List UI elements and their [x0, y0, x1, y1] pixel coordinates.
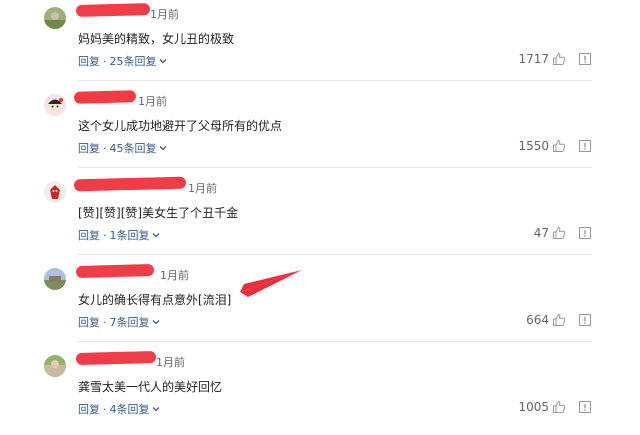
view-replies-button[interactable]: 7条回复 [110, 314, 161, 330]
separator-dot: · [103, 228, 107, 242]
reply-button[interactable]: 回复 [78, 314, 100, 330]
comment-stats: 1717 [518, 52, 592, 66]
like-count: 1005 [518, 400, 549, 414]
comment-actions: 回复 · 4条回复 [78, 401, 161, 417]
avatar[interactable] [44, 268, 66, 290]
redacted-username [75, 263, 155, 279]
thumb-up-icon[interactable] [552, 400, 566, 414]
thumb-up-icon[interactable] [552, 226, 566, 240]
avatar[interactable] [44, 355, 66, 377]
comment-actions: 回复 · 25条回复 [78, 53, 168, 69]
comment-stats: 1550 [518, 139, 592, 153]
redacted-username [75, 350, 157, 366]
reply-button[interactable]: 回复 [78, 401, 100, 417]
comment-item: 1月前 这个女儿成功地避开了父母所有的优点 回复 · 45条回复 1550 [0, 87, 640, 174]
replies-count: 4条回复 [109, 403, 150, 416]
redacted-username [73, 176, 187, 192]
comment-time: 1月前 [150, 8, 179, 21]
like-count: 47 [533, 226, 549, 240]
divider [78, 341, 592, 342]
reply-button[interactable]: 回复 [78, 140, 100, 156]
comment-item: 1月前 妈妈美的精致，女儿丑的极致 回复 · 25条回复 1717 [0, 0, 640, 87]
report-icon[interactable] [578, 52, 592, 66]
comment-text: 女儿的确长得有点意外[流泪] [78, 293, 232, 307]
reply-button[interactable]: 回复 [78, 53, 100, 69]
comment-stats: 47 [534, 226, 592, 240]
comment-list: 1月前 妈妈美的精致，女儿丑的极致 回复 · 25条回复 1717 1月前 这个… [0, 0, 640, 421]
comment-text: [赞][赞][赞]美女生了个丑千金 [78, 206, 239, 220]
view-replies-button[interactable]: 4条回复 [110, 401, 161, 417]
comment-text: 这个女儿成功地避开了父母所有的优点 [78, 119, 283, 133]
comment-text: 龚雪太美一代人的美好回忆 [78, 380, 223, 394]
replies-count: 45条回复 [109, 142, 157, 155]
report-icon[interactable] [578, 400, 592, 414]
separator-dot: · [103, 141, 107, 155]
reply-button[interactable]: 回复 [78, 227, 100, 243]
comment-item: 1月前 龚雪太美一代人的美好回忆 回复 · 4条回复 1005 [0, 348, 640, 435]
chevron-down-icon [152, 320, 159, 325]
chevron-down-icon [152, 407, 159, 412]
like-count: 664 [526, 313, 549, 327]
comment-actions: 回复 · 7条回复 [78, 314, 161, 330]
report-icon[interactable] [578, 313, 592, 327]
separator-dot: · [103, 54, 107, 68]
chevron-down-icon [159, 146, 166, 151]
report-icon[interactable] [578, 226, 592, 240]
separator-dot: · [103, 315, 107, 329]
comment-time: 1月前 [138, 95, 167, 108]
comment-stats: 1005 [518, 400, 592, 414]
divider [78, 80, 592, 81]
view-replies-button[interactable]: 45条回复 [110, 140, 168, 156]
divider [78, 167, 592, 168]
report-icon[interactable] [578, 139, 592, 153]
like-count: 1717 [518, 52, 549, 66]
chevron-down-icon [159, 59, 166, 64]
replies-count: 7条回复 [109, 316, 150, 329]
comment-stats: 664 [526, 313, 592, 327]
view-replies-button[interactable]: 1条回复 [110, 227, 161, 243]
comment-time: 1月前 [188, 182, 217, 195]
comment-item: 1月前 女儿的确长得有点意外[流泪] 回复 · 7条回复 664 [0, 261, 640, 348]
thumb-up-icon[interactable] [552, 52, 566, 66]
view-replies-button[interactable]: 25条回复 [110, 53, 168, 69]
thumb-up-icon[interactable] [552, 313, 566, 327]
redacted-username [75, 3, 151, 17]
replies-count: 25条回复 [109, 55, 157, 68]
separator-dot: · [103, 402, 107, 416]
comment-time: 1月前 [156, 356, 185, 369]
thumb-up-icon[interactable] [552, 139, 566, 153]
comment-actions: 回复 · 45条回复 [78, 140, 168, 156]
avatar[interactable] [44, 181, 66, 203]
comment-time: 1月前 [160, 269, 189, 282]
divider [78, 254, 592, 255]
replies-count: 1条回复 [109, 229, 150, 242]
like-count: 1550 [518, 139, 549, 153]
redacted-username [73, 90, 137, 104]
avatar[interactable] [44, 7, 66, 29]
avatar[interactable] [44, 94, 66, 116]
chevron-down-icon [152, 233, 159, 238]
comment-text: 妈妈美的精致，女儿丑的极致 [78, 32, 235, 46]
comment-actions: 回复 · 1条回复 [78, 227, 161, 243]
comment-item: 1月前 [赞][赞][赞]美女生了个丑千金 回复 · 1条回复 47 [0, 174, 640, 261]
